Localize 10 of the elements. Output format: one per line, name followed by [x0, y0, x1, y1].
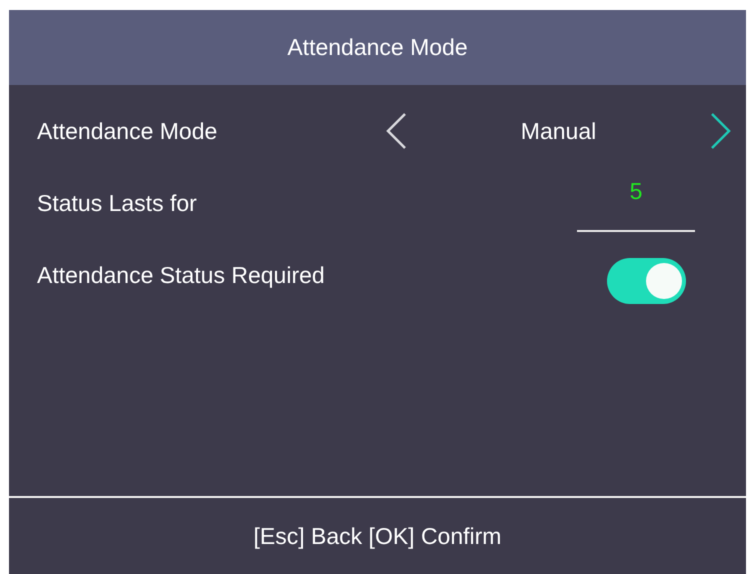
chevron-left-icon[interactable] [385, 112, 407, 150]
key-hint: [Esc] Back [OK] Confirm [254, 522, 502, 550]
mode-value: Manual [520, 118, 598, 144]
number-field[interactable]: 5 [577, 174, 695, 232]
setting-label: Attendance Status Required [37, 262, 326, 288]
setting-label: Attendance Mode [37, 118, 218, 144]
setting-label: Status Lasts for [37, 190, 198, 216]
chevron-right-icon[interactable] [710, 112, 732, 150]
toggle-switch[interactable] [607, 258, 686, 304]
screen-title: Attendance Mode [287, 34, 468, 61]
